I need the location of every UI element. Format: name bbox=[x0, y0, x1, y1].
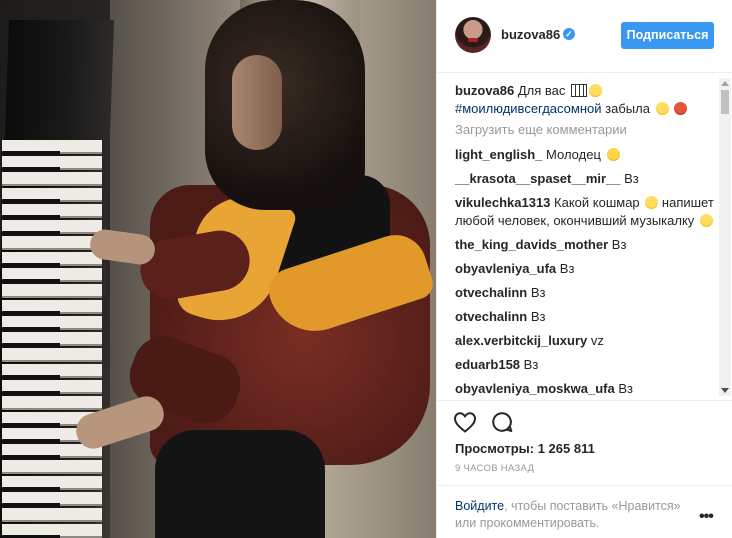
scroll-up-arrow-icon[interactable] bbox=[721, 81, 729, 86]
comment-username[interactable]: eduarb158 bbox=[455, 357, 520, 372]
comment-username[interactable]: obyavleniya_moskwa_ufa bbox=[455, 381, 615, 396]
comment-text: Вз bbox=[530, 309, 546, 324]
piano-white-key bbox=[2, 396, 102, 410]
comment-item: the_king_davids_mother Вз bbox=[455, 236, 717, 254]
post-timestamp[interactable]: 9 ЧАСОВ НАЗАД bbox=[455, 463, 534, 474]
devil-face-emoji-icon bbox=[674, 102, 688, 115]
smiling-face-emoji-icon bbox=[589, 84, 603, 97]
comment-username[interactable]: alex.verbitckij_luxury bbox=[455, 333, 587, 348]
comments-section: buzova86 Для вас #моилюдивсегдасомной за… bbox=[437, 74, 732, 400]
comment-text: Вз bbox=[624, 171, 639, 186]
piano-white-key bbox=[2, 508, 102, 522]
load-more-comments-link[interactable]: Загрузить еще комментарии bbox=[455, 122, 627, 137]
heart-icon[interactable] bbox=[453, 411, 477, 433]
heart-eyes-emoji-icon bbox=[606, 148, 620, 161]
piano-white-key bbox=[2, 284, 102, 298]
piano-white-key bbox=[2, 460, 102, 474]
comment-text: Вз bbox=[523, 357, 539, 372]
sad-face-emoji-icon bbox=[655, 102, 669, 115]
caption-hashtag[interactable]: #моилюдивсегдасомной bbox=[455, 101, 602, 116]
views-value: 1 265 811 bbox=[537, 441, 595, 456]
comment-icon[interactable] bbox=[491, 411, 513, 433]
login-prompt-text: Войдите, чтобы поставить «Нравится» или … bbox=[455, 498, 695, 532]
post-side-panel: buzova86 ✓ Подписаться buzova86 Для вас … bbox=[436, 0, 732, 538]
comment-username[interactable]: vikulechka1313 bbox=[455, 195, 550, 210]
scrollbar-thumb[interactable] bbox=[721, 90, 729, 114]
worried-face-emoji-icon bbox=[645, 196, 659, 209]
comment-item: eduarb158 Вз bbox=[455, 356, 717, 374]
piano-white-key bbox=[2, 172, 102, 186]
header-username[interactable]: buzova86 bbox=[501, 27, 560, 42]
scroll-down-arrow-icon[interactable] bbox=[721, 388, 729, 393]
caption-username[interactable]: buzova86 bbox=[455, 83, 514, 98]
comment-username[interactable]: light_english_ bbox=[455, 147, 542, 162]
views-count: Просмотры: 1 265 811 bbox=[455, 441, 595, 456]
comment-text: vz bbox=[590, 333, 604, 348]
comment-item: obyavleniya_ufa Вз bbox=[455, 260, 717, 278]
more-options-icon[interactable]: ••• bbox=[699, 508, 714, 526]
person-face bbox=[232, 55, 282, 150]
comment-text: Молодец bbox=[546, 147, 601, 162]
login-link[interactable]: Войдите bbox=[455, 499, 504, 513]
piano-white-key bbox=[2, 236, 102, 250]
comment-text: Вз bbox=[611, 237, 627, 252]
comment-item: light_english_ Молодец bbox=[455, 146, 717, 164]
post-caption: buzova86 Для вас #моилюдивсегдасомной за… bbox=[455, 82, 715, 118]
comment-item: otvechalinn Вз bbox=[455, 284, 717, 302]
piano-white-key bbox=[2, 348, 102, 362]
comment-item: alex.verbitckij_luxury vz bbox=[455, 332, 717, 350]
comment-username[interactable]: the_king_davids_mother bbox=[455, 237, 608, 252]
comment-text: Вз bbox=[559, 261, 575, 276]
comment-item: otvechalinn Вз bbox=[455, 308, 717, 326]
post-header: buzova86 ✓ Подписаться bbox=[437, 0, 732, 73]
follow-button[interactable]: Подписаться bbox=[621, 22, 714, 49]
post-photo[interactable] bbox=[0, 0, 436, 538]
comment-username[interactable]: otvechalinn bbox=[455, 285, 527, 300]
views-label: Просмотры: bbox=[455, 441, 535, 456]
comment-item: __krasota__spaset__mir__ Вз bbox=[455, 170, 717, 188]
grinning-face-emoji-icon bbox=[699, 214, 713, 227]
comment-text: Какой кошмар bbox=[554, 195, 640, 210]
verified-badge-icon: ✓ bbox=[563, 28, 575, 40]
person-legs bbox=[155, 430, 325, 538]
comment-text: Вз bbox=[530, 285, 546, 300]
comment-item: obyavleniya_moskwa_ufa Вз bbox=[455, 380, 717, 398]
comment-username[interactable]: __krasota__spaset__mir__ bbox=[455, 171, 621, 186]
piano-keyboard bbox=[2, 140, 107, 538]
login-prompt: Войдите, чтобы поставить «Нравится» или … bbox=[437, 485, 732, 538]
comment-list: light_english_ Молодец __krasota__spaset… bbox=[455, 146, 717, 400]
caption-text: Для вас bbox=[517, 83, 566, 98]
comment-username[interactable]: obyavleniya_ufa bbox=[455, 261, 556, 276]
avatar[interactable] bbox=[455, 17, 491, 53]
comment-item: vikulechka1313 Какой кошмар напишет любо… bbox=[455, 194, 717, 230]
comment-username[interactable]: otvechalinn bbox=[455, 309, 527, 324]
piano-emoji-icon bbox=[571, 84, 588, 97]
comments-scrollbar[interactable] bbox=[719, 78, 731, 396]
caption-text-2: забыла bbox=[605, 101, 650, 116]
comment-text: Вз bbox=[618, 381, 633, 396]
person-hair bbox=[205, 0, 365, 210]
